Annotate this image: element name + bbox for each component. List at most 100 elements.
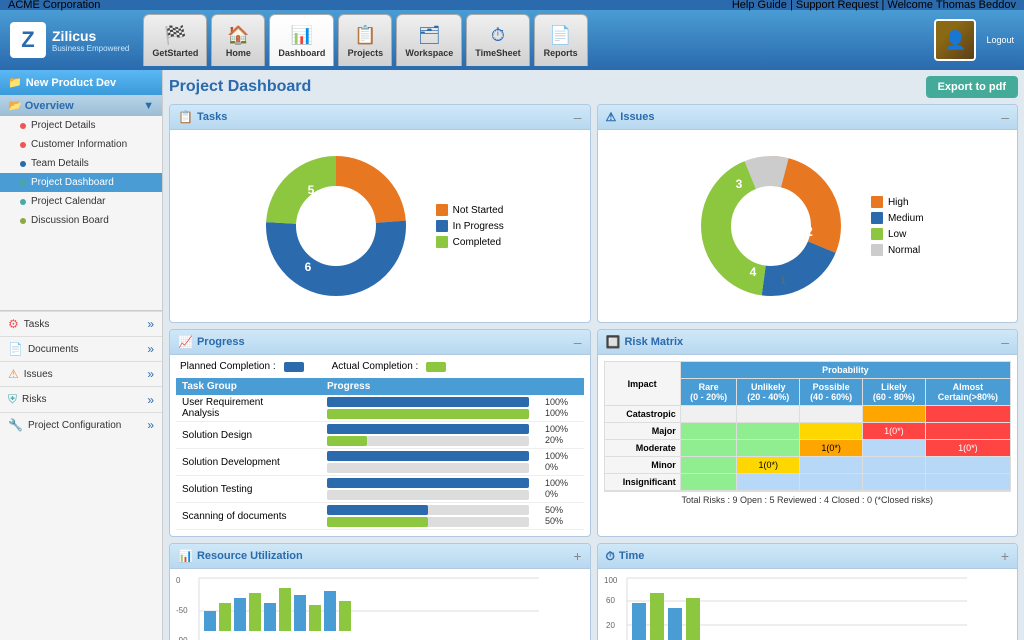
dot-red	[20, 123, 26, 129]
time-title: Time	[619, 550, 644, 562]
resource-collapse-button[interactable]: +	[573, 548, 581, 564]
sidebar-bottom-tasks[interactable]: ⚙ Tasks »	[0, 311, 162, 336]
sidebar-item-customer-info[interactable]: Customer Information	[0, 135, 162, 154]
risk-table: Impact Probability Rare(0 - 20%) Unlikel…	[604, 361, 1012, 491]
top-links[interactable]: Help Guide | Support Request | Welcome T…	[732, 0, 1016, 11]
tasks-donut-chart: 5 11 6	[256, 146, 416, 306]
tasks-legend: Not Started In Progress Completed	[436, 204, 504, 248]
resource-panel: 📊 Resource Utilization + 0 -50 -90	[169, 543, 591, 640]
time-icon: ⏱	[606, 549, 615, 564]
risk-total: Total Risks : 9 Open : 5 Reviewed : 4 Cl…	[604, 491, 1012, 508]
svg-text:100: 100	[604, 576, 618, 585]
export-button[interactable]: Export to pdf	[926, 76, 1018, 98]
svg-text:20: 20	[606, 621, 615, 630]
time-chart: 100 60 20	[602, 573, 972, 640]
tasks-panel-header: 📋 Tasks –	[170, 105, 590, 130]
dashboard-grid: 📋 Tasks –	[169, 104, 1018, 640]
progress-row-2: Solution Design	[176, 422, 584, 449]
progress-collapse-button[interactable]: –	[574, 334, 582, 350]
dot-purple	[20, 218, 26, 224]
issues-collapse-button[interactable]: –	[1001, 109, 1009, 125]
risk-row-insignificant: Insignificant	[604, 474, 1011, 491]
nav-reports[interactable]: 📄 Reports	[534, 14, 588, 66]
company-name: ACME Corporation	[8, 0, 100, 11]
risk-body: Impact Probability Rare(0 - 20%) Unlikel…	[598, 355, 1018, 514]
svg-text:6: 6	[304, 260, 311, 274]
svg-text:1: 1	[780, 275, 786, 287]
svg-text:-50: -50	[176, 606, 188, 615]
dot-blue	[20, 161, 26, 167]
tasks-title: Tasks	[197, 111, 227, 123]
legend-low: Low	[871, 228, 924, 240]
col-progress: Progress	[321, 378, 535, 395]
logo-text: Zilicus	[52, 28, 129, 44]
risk-icon: 🔲	[606, 335, 621, 349]
sidebar-item-project-calendar[interactable]: Project Calendar	[0, 192, 162, 211]
svg-text:11: 11	[358, 218, 373, 234]
probability-header: Probability	[680, 362, 1010, 379]
svg-text:0: 0	[176, 576, 181, 585]
col-task-group: Task Group	[176, 378, 321, 395]
svg-text:3: 3	[736, 177, 743, 191]
project-title-text: New Product Dev	[26, 77, 116, 89]
nav-getstarted[interactable]: 🏁 GetStarted	[143, 14, 207, 66]
issues-donut-chart: 3 2 4 1	[691, 146, 851, 306]
sidebar-item-project-dashboard[interactable]: Project Dashboard	[0, 173, 162, 192]
sidebar: 📁 New Product Dev 📂 Overview ▼ Project D…	[0, 70, 163, 640]
svg-text:-90: -90	[176, 636, 188, 640]
progress-table: Task Group Progress User RequirementAnal…	[176, 378, 584, 530]
risk-collapse-button[interactable]: –	[1001, 334, 1009, 350]
time-body: 100 60 20	[598, 569, 1018, 640]
sidebar-item-project-details[interactable]: Project Details	[0, 116, 162, 135]
sidebar-item-team-details[interactable]: Team Details	[0, 154, 162, 173]
risk-row-catastrophic: Catastropic	[604, 406, 1011, 423]
sidebar-bottom: ⚙ Tasks » 📄 Documents » ⚠ Issues » ⛨ Ris…	[0, 310, 162, 437]
issues-body: 3 2 4 1 High Medium	[598, 130, 1018, 322]
tasks-donut-container: 5 11 6 Not Started In Progress	[176, 136, 584, 316]
issues-panel: ⚠ Issues –	[597, 104, 1019, 323]
dot-red2	[20, 142, 26, 148]
sidebar-bottom-issues[interactable]: ⚠ Issues »	[0, 361, 162, 386]
risk-panel-header: 🔲 Risk Matrix –	[598, 330, 1018, 355]
nav-home[interactable]: 🏠 Home	[211, 14, 265, 66]
svg-text:5: 5	[307, 183, 314, 197]
nav-timesheet[interactable]: ⏱ TimeSheet	[466, 14, 529, 66]
dot-teal	[20, 199, 26, 205]
resource-icon: 📊	[178, 549, 193, 563]
tasks-body: 5 11 6 Not Started In Progress	[170, 130, 590, 322]
issues-legend: High Medium Low	[871, 196, 924, 256]
dot-green	[20, 180, 26, 186]
sidebar-bottom-project-config[interactable]: 🔧 Project Configuration »	[0, 412, 162, 437]
resource-chart: 0 -50 -90	[174, 573, 544, 640]
legend-high: High	[871, 196, 924, 208]
nav-bar: Z Zilicus Business Empowered 🏁 GetStarte…	[0, 10, 1024, 70]
time-panel: ⏱ Time + 100 60 20	[597, 543, 1019, 640]
nav-dashboard[interactable]: 📊 Dashboard	[269, 14, 334, 66]
page-title: Project Dashboard	[169, 78, 311, 96]
resource-title: Resource Utilization	[197, 550, 303, 562]
legend-in-progress: In Progress	[436, 220, 504, 232]
sidebar-item-discussion-board[interactable]: Discussion Board	[0, 211, 162, 230]
logo-icon: Z	[10, 22, 46, 58]
project-title: 📁 New Product Dev	[0, 70, 162, 95]
sidebar-bottom-risks[interactable]: ⛨ Risks »	[0, 386, 162, 412]
progress-row-1: User RequirementAnalysis	[176, 395, 584, 422]
issues-icon: ⚠	[606, 110, 617, 124]
legend-completed: Completed	[436, 236, 504, 248]
avatar: 👤	[934, 19, 976, 61]
nav-projects[interactable]: 📋 Projects	[338, 14, 392, 66]
resource-panel-header: 📊 Resource Utilization +	[170, 544, 590, 569]
nav-workspace[interactable]: 🗂 Workspace	[396, 14, 462, 66]
risk-matrix-panel: 🔲 Risk Matrix – Impact Probability	[597, 329, 1019, 537]
sidebar-section-title[interactable]: 📂 Overview ▼	[0, 95, 162, 116]
sidebar-bottom-documents[interactable]: 📄 Documents »	[0, 336, 162, 361]
issues-title: Issues	[620, 111, 654, 123]
tasks-collapse-button[interactable]: –	[574, 109, 582, 125]
progress-body: Planned Completion : Actual Completion :…	[170, 355, 590, 536]
risk-row-moderate: Moderate 1(0*) 1(0*)	[604, 440, 1011, 457]
main-panel: Project Dashboard Export to pdf 📋 Tasks …	[163, 70, 1024, 640]
time-panel-header: ⏱ Time +	[598, 544, 1018, 569]
logout-button[interactable]: Logout	[986, 35, 1014, 45]
svg-text:4: 4	[750, 265, 757, 279]
time-collapse-button[interactable]: +	[1001, 548, 1009, 564]
